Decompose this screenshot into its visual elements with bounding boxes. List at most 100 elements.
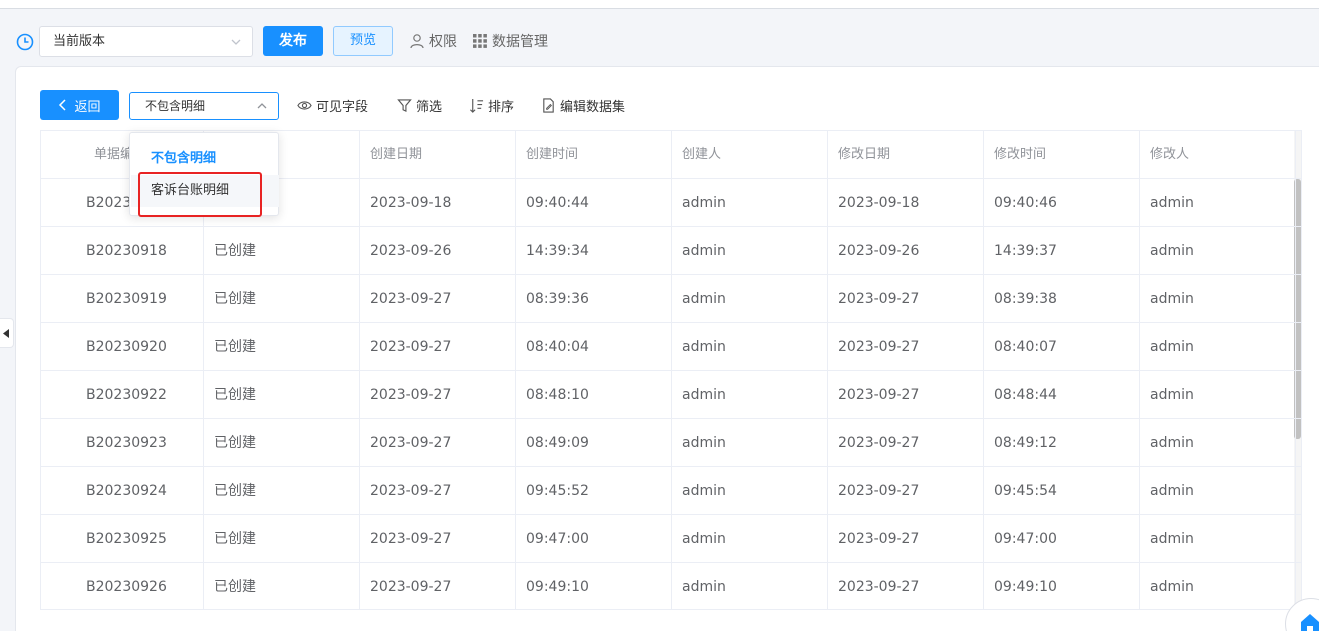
table-row[interactable]: B20230918 已创建 2023-09-26 14:39:34 admin 2023-… xyxy=(41,227,1301,275)
status-cell: 已创建 xyxy=(204,227,360,275)
created-time-cell: 08:48:10 xyxy=(516,371,672,419)
table-row[interactable]: B20230919 已创建 2023-09-27 08:39:36 admin 2023-… xyxy=(41,275,1301,323)
back-label: 返回 xyxy=(74,99,101,115)
creator-cell: admin xyxy=(672,227,828,275)
caret-left-icon xyxy=(3,329,9,338)
modified-date-cell: 2023-09-27 xyxy=(828,515,984,563)
creator-cell: admin xyxy=(672,467,828,515)
created-date-cell: 2023-09-18 xyxy=(360,179,516,227)
bill-number-cell: B20230925 xyxy=(41,515,204,563)
header-cell[interactable]: 修改人 xyxy=(1140,131,1296,179)
creator-cell: admin xyxy=(672,275,828,323)
modified-time-cell: 09:40:46 xyxy=(984,179,1140,227)
modifier-cell: admin xyxy=(1140,371,1296,419)
dropdown-option-no-detail[interactable]: 不包含明细 xyxy=(151,147,216,166)
created-time-cell: 09:47:00 xyxy=(516,515,672,563)
top-border xyxy=(0,0,1319,9)
created-time-cell: 14:39:34 xyxy=(516,227,672,275)
chevron-up-icon xyxy=(257,103,267,109)
bill-number-cell: B20230923 xyxy=(41,419,204,467)
highlight-annotation-box xyxy=(138,172,262,217)
sort-button[interactable]: 排序 xyxy=(469,96,514,115)
modified-date-cell: 2023-09-27 xyxy=(828,563,984,609)
detail-select[interactable]: 不包含明细 xyxy=(129,92,279,120)
bill-number-cell: B20230924 xyxy=(41,467,204,515)
collapse-left-tab[interactable] xyxy=(0,318,14,348)
modified-date-cell: 2023-09-27 xyxy=(828,419,984,467)
modifier-cell: admin xyxy=(1140,563,1296,609)
modifier-cell: admin xyxy=(1140,467,1296,515)
visible-fields-button[interactable]: 可见字段 xyxy=(297,96,368,115)
modified-time-cell: 08:48:44 xyxy=(984,371,1140,419)
edit-dataset-button[interactable]: 编辑数据集 xyxy=(541,96,625,115)
created-date-cell: 2023-09-27 xyxy=(360,275,516,323)
sort-label: 排序 xyxy=(488,100,515,115)
modified-date-cell: 2023-09-27 xyxy=(828,323,984,371)
eye-icon xyxy=(297,101,312,110)
modified-date-cell: 2023-09-27 xyxy=(828,371,984,419)
table-row[interactable]: B20230922 已创建 2023-09-27 08:48:10 admin 2023-… xyxy=(41,371,1301,419)
modified-time-cell: 09:45:54 xyxy=(984,467,1140,515)
table-row[interactable]: B20230920 已创建 2023-09-27 08:40:04 admin 2023-… xyxy=(41,323,1301,371)
created-time-cell: 09:49:10 xyxy=(516,563,672,609)
sort-icon xyxy=(470,98,484,113)
table-toolbar: 返回 不包含明细 可见字段 筛选 排序 编辑数据集 xyxy=(40,90,740,120)
home-icon xyxy=(1301,614,1319,631)
publish-button[interactable]: 发布 xyxy=(263,26,323,56)
creator-cell: admin xyxy=(672,419,828,467)
status-cell: 已创建 xyxy=(204,419,360,467)
creator-cell: admin xyxy=(672,323,828,371)
filter-icon xyxy=(397,99,412,113)
table-row[interactable]: B20230924 已创建 2023-09-27 09:45:52 admin 2023-… xyxy=(41,467,1301,515)
modifier-cell: admin xyxy=(1140,419,1296,467)
created-date-cell: 2023-09-27 xyxy=(360,467,516,515)
created-time-cell: 09:45:52 xyxy=(516,467,672,515)
modifier-cell: admin xyxy=(1140,179,1296,227)
top-toolbar: 当前版本 发布 预览 权限 数据管理 xyxy=(0,22,1319,58)
edit-file-icon xyxy=(543,98,554,113)
header-cell[interactable]: 创建日期 xyxy=(360,131,516,179)
data-manage-link[interactable]: 数据管理 xyxy=(472,31,548,51)
filter-button[interactable]: 筛选 xyxy=(397,96,442,115)
modifier-cell: admin xyxy=(1140,515,1296,563)
version-select-value: 当前版本 xyxy=(53,34,106,49)
status-cell: 已创建 xyxy=(204,563,360,609)
bill-number-cell: B20230922 xyxy=(41,371,204,419)
modifier-cell: admin xyxy=(1140,275,1296,323)
header-cell[interactable]: 创建时间 xyxy=(516,131,672,179)
modified-date-cell: 2023-09-27 xyxy=(828,275,984,323)
clock-icon[interactable] xyxy=(16,33,34,51)
visible-fields-label: 可见字段 xyxy=(316,100,369,115)
creator-cell: admin xyxy=(672,179,828,227)
chevron-left-icon xyxy=(59,99,67,111)
detail-select-value: 不包含明细 xyxy=(145,99,206,113)
preview-button[interactable]: 预览 xyxy=(333,26,393,56)
modified-time-cell: 08:39:38 xyxy=(984,275,1140,323)
created-date-cell: 2023-09-27 xyxy=(360,419,516,467)
creator-cell: admin xyxy=(672,563,828,609)
header-cell[interactable]: 修改日期 xyxy=(828,131,984,179)
edit-dataset-label: 编辑数据集 xyxy=(560,100,626,115)
permission-link[interactable]: 权限 xyxy=(409,31,457,51)
header-cell[interactable]: 修改时间 xyxy=(984,131,1140,179)
user-icon xyxy=(410,34,424,49)
back-button[interactable]: 返回 xyxy=(40,90,119,120)
table-row[interactable]: B20230923 已创建 2023-09-27 08:49:09 admin 2023-… xyxy=(41,419,1301,467)
filter-label: 筛选 xyxy=(416,100,443,115)
bill-number-cell: B20230919 xyxy=(41,275,204,323)
created-time-cell: 08:39:36 xyxy=(516,275,672,323)
status-cell: 已创建 xyxy=(204,515,360,563)
data-manage-label: 数据管理 xyxy=(492,34,548,50)
modified-time-cell: 08:40:07 xyxy=(984,323,1140,371)
bill-number-cell: B20230926 xyxy=(41,563,204,609)
creator-cell: admin xyxy=(672,515,828,563)
table-row[interactable]: B20230926 已创建 2023-09-27 09:49:10 admin 2023-… xyxy=(41,563,1301,609)
status-cell: 已创建 xyxy=(204,467,360,515)
modified-date-cell: 2023-09-27 xyxy=(828,467,984,515)
version-select[interactable]: 当前版本 xyxy=(39,26,253,57)
modified-time-cell: 08:49:12 xyxy=(984,419,1140,467)
header-cell[interactable]: 创建人 xyxy=(672,131,828,179)
bill-number-cell: B20230920 xyxy=(41,323,204,371)
created-time-cell: 08:40:04 xyxy=(516,323,672,371)
table-row[interactable]: B20230925 已创建 2023-09-27 09:47:00 admin 2023-… xyxy=(41,515,1301,563)
